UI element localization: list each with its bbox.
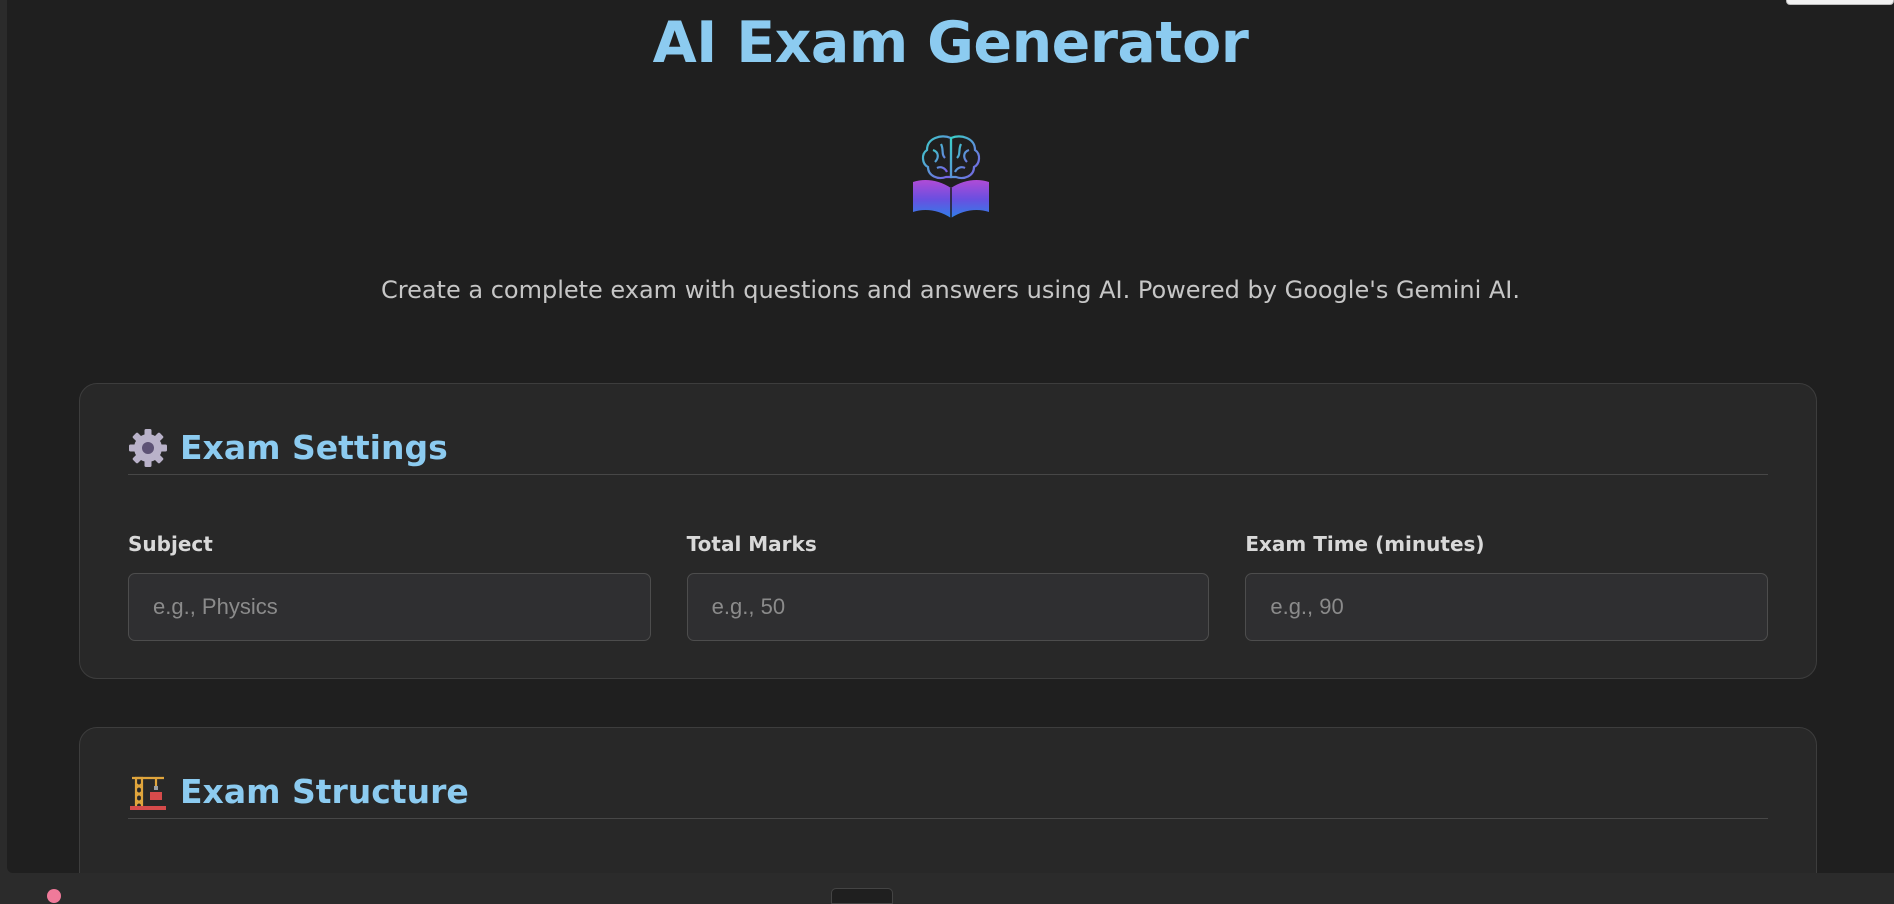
exam-structure-heading: Exam Structure [180,772,469,811]
total-marks-field-group: Total Marks [686,532,1210,641]
window-corner-control[interactable] [1786,0,1894,5]
gear-icon [129,429,167,467]
brain-book-icon [913,135,989,218]
taskbar-tab[interactable] [831,888,893,904]
total-marks-label: Total Marks [686,532,817,556]
exam-structure-header: Exam Structure [128,772,1768,819]
exam-time-field-group: Exam Time (minutes) [1245,532,1769,641]
exam-settings-fields: Subject Total Marks Exam Time (minutes) [128,532,1769,641]
taskbar-app-icon[interactable] [47,889,61,903]
subject-label: Subject [128,532,213,556]
exam-time-label: Exam Time (minutes) [1245,532,1485,556]
exam-settings-header: Exam Settings [128,428,1768,475]
taskbar [0,873,1894,904]
exam-time-input[interactable] [1245,573,1769,641]
page-title: AI Exam Generator [652,10,1249,76]
subject-input[interactable] [128,573,651,641]
subject-field-group: Subject [128,532,651,641]
exam-settings-card: Exam Settings Subject Total Marks Exam T… [79,383,1817,679]
exam-settings-heading: Exam Settings [180,428,448,467]
exam-structure-card: Exam Structure [79,727,1817,873]
construction-crane-icon [130,776,166,810]
app-window: AI Exam Generator Create a complete exam… [7,0,1894,873]
total-marks-input[interactable] [686,573,1210,641]
page-subtitle: Create a complete exam with questions an… [380,276,1520,304]
